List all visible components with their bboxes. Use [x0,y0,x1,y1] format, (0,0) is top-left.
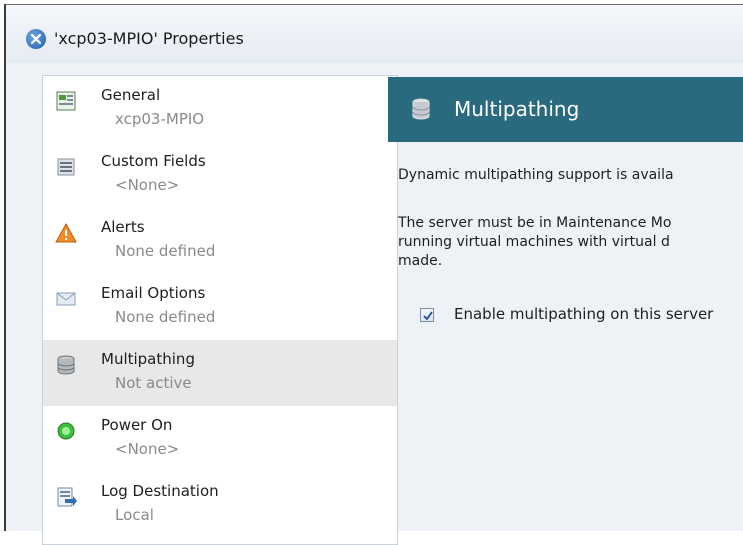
sidebar-item-subtext: xcp03-MPIO [115,110,205,128]
multipathing-icon [55,354,77,376]
sidebar-item-label: Email Options [101,284,206,302]
log-destination-icon [55,486,77,508]
power-on-icon [55,420,77,442]
sidebar-item-power-on[interactable]: Power On <None> [43,406,397,472]
sidebar-item-multipathing[interactable]: Multipathing Not active [43,340,397,406]
description-line-1: Dynamic multipathing support is availa [398,167,674,183]
description-line-4: made. [398,253,443,269]
multipathing-icon [410,97,432,125]
email-icon [55,288,77,310]
sidebar-item-general[interactable]: General xcp03-MPIO [43,76,397,142]
enable-multipathing-label[interactable]: Enable multipathing on this server [454,305,713,323]
sidebar-item-alerts[interactable]: Alerts None defined [43,208,397,274]
sidebar-item-email-options[interactable]: Email Options None defined [43,274,397,340]
sidebar-item-subtext: <None> [115,440,180,458]
sidebar-item-custom-fields[interactable]: Custom Fields <None> [43,142,397,208]
title-bar: 'xcp03-MPIO' Properties [6,5,743,63]
window-title: 'xcp03-MPIO' Properties [54,29,244,48]
sidebar-item-log-destination[interactable]: Log Destination Local [43,472,397,538]
sidebar-item-label: General [101,86,161,104]
sidebar-item-label: Multipathing [101,350,195,368]
panel-header: Multipathing [388,77,743,142]
sidebar-item-label: Custom Fields [101,152,206,170]
enable-multipathing-checkbox[interactable] [420,308,434,322]
properties-window: 'xcp03-MPIO' Properties General xcp03-MP… [4,4,743,545]
sidebar-item-subtext: None defined [115,308,216,326]
description-line-3: running virtual machines with virtual d [398,234,670,250]
sidebar-item-label: Alerts [101,218,145,236]
sidebar-item-subtext: Not active [115,374,192,392]
alert-icon [55,222,77,244]
general-icon [55,90,77,112]
sidebar-item-subtext: Local [115,506,154,524]
panel-title: Multipathing [454,97,580,121]
sidebar-item-label: Log Destination [101,482,219,500]
app-icon [26,29,46,49]
custom-fields-icon [55,156,77,178]
dialog-body: General xcp03-MPIO Custom Fields <None> … [24,63,743,545]
sidebar-item-subtext: None defined [115,242,216,260]
sidebar-item-label: Power On [101,416,173,434]
sidebar-item-subtext: <None> [115,176,180,194]
settings-sidebar: General xcp03-MPIO Custom Fields <None> … [42,75,398,545]
description-line-2: The server must be in Maintenance Mo [398,215,672,231]
